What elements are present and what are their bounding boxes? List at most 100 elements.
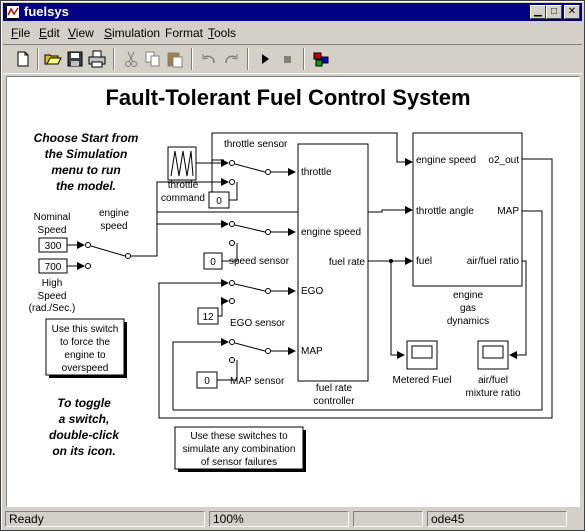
speed-sensor-label: speed sensor: [229, 256, 290, 267]
ego-fault-value: 12: [202, 312, 214, 323]
egd-label: engine: [453, 290, 483, 301]
menu-file[interactable]: File: [11, 26, 30, 40]
toolbar-separator: [191, 48, 193, 70]
redo-icon[interactable]: [221, 49, 241, 69]
close-icon: ✕: [567, 6, 577, 17]
egd-port-o2-out: o2_out: [488, 155, 519, 166]
maximize-icon: □: [550, 6, 558, 17]
nominal-speed-label: Speed: [38, 225, 67, 236]
menu-tools[interactable]: Tools: [208, 26, 236, 40]
throttle-fault-value: 0: [216, 196, 222, 207]
start-instructions: Choose Start from the Simulation menu to…: [34, 131, 139, 193]
fuel-rate-controller-block[interactable]: throttle engine speed EGO MAP fuel rate: [297, 143, 369, 382]
egd-label: gas: [460, 303, 476, 314]
title-bar[interactable]: fuelsys ▁ □ ✕: [3, 3, 582, 21]
new-model-icon[interactable]: [13, 49, 33, 69]
throttle-command-label: throttle: [168, 180, 199, 191]
frc-port-map: MAP: [301, 346, 323, 357]
map-sensor-switch[interactable]: [229, 339, 271, 363]
engine-speed-switch[interactable]: [85, 242, 131, 269]
egd-port-engine-speed: engine speed: [416, 155, 476, 166]
high-speed-label: High: [42, 278, 63, 289]
menu-view[interactable]: View: [68, 26, 94, 40]
nominal-speed-constant[interactable]: 300: [38, 237, 68, 253]
menu-format[interactable]: Format: [165, 26, 203, 40]
menu-simulation[interactable]: Simulation: [104, 26, 160, 40]
frc-port-ego: EGO: [301, 286, 323, 297]
metered-fuel-scope[interactable]: [406, 340, 438, 370]
overspeed-note[interactable]: Use this switch to force the engine to o…: [45, 318, 127, 378]
egd-port-map: MAP: [497, 206, 519, 217]
paste-icon[interactable]: [165, 49, 185, 69]
speed-sensor-switch[interactable]: [229, 221, 271, 246]
throttle-command-block[interactable]: [167, 146, 197, 181]
menu-edit[interactable]: Edit: [39, 26, 60, 40]
start-instructions-line: the model.: [56, 179, 116, 193]
nominal-speed-value: 300: [45, 241, 62, 252]
diagram-title: Fault-Tolerant Fuel Control System: [105, 85, 470, 110]
overspeed-note-line: Use this switch: [52, 324, 119, 335]
overspeed-note-line: to force the: [60, 337, 110, 348]
toolbar: [3, 44, 582, 74]
ego-sensor-switch[interactable]: [229, 280, 271, 304]
status-zoom: 100%: [209, 511, 349, 527]
speed-fault-constant[interactable]: 0: [203, 252, 223, 270]
sensor-note-line: of sensor failures: [201, 457, 277, 468]
toggle-instructions-line: To toggle: [57, 396, 111, 410]
egd-label: dynamics: [447, 316, 489, 327]
undo-icon[interactable]: [199, 49, 219, 69]
start-simulation-icon[interactable]: [255, 49, 275, 69]
throttle-command-label: command: [161, 193, 205, 204]
library-browser-icon[interactable]: [311, 49, 331, 69]
window-title: fuelsys: [24, 4, 69, 19]
high-speed-label: Speed: [38, 291, 67, 302]
copy-icon[interactable]: [143, 49, 163, 69]
sensor-failures-note[interactable]: Use these switches to simulate any combi…: [174, 426, 306, 472]
stop-simulation-icon[interactable]: [277, 49, 297, 69]
afr-scope-label: mixture ratio: [465, 388, 520, 399]
egd-port-throttle-angle: throttle angle: [416, 206, 474, 217]
air-fuel-ratio-scope[interactable]: [477, 340, 509, 370]
save-icon[interactable]: [65, 49, 85, 69]
ego-sensor-label: EGO sensor: [230, 318, 286, 329]
cut-icon[interactable]: [121, 49, 141, 69]
start-instructions-line: Choose Start from: [34, 131, 139, 145]
ego-fault-constant[interactable]: 12: [197, 307, 219, 325]
egd-port-fuel: fuel: [416, 256, 432, 267]
map-fault-value: 0: [204, 376, 210, 387]
map-sensor-label: MAP sensor: [230, 376, 285, 387]
model-canvas[interactable]: Fault-Tolerant Fuel Control System Choos…: [6, 76, 580, 507]
minimize-icon: ▁: [534, 6, 542, 17]
frc-port-engine-speed: engine speed: [301, 227, 361, 238]
high-speed-constant[interactable]: 700: [38, 258, 68, 274]
block-diagram: Fault-Tolerant Fuel Control System Choos…: [29, 85, 553, 472]
close-button[interactable]: ✕: [564, 5, 580, 19]
egd-port-afr: air/fuel ratio: [467, 256, 520, 267]
toggle-instructions-line: a switch,: [59, 412, 110, 426]
status-ready: Ready: [5, 511, 205, 527]
frc-port-fuel-rate: fuel rate: [329, 257, 366, 268]
minimize-button[interactable]: ▁: [530, 5, 546, 19]
frc-port-throttle: throttle: [301, 167, 332, 178]
status-bar: Ready 100% ode45: [3, 510, 582, 528]
engine-speed-label: engine: [99, 208, 129, 219]
start-instructions-line: the Simulation: [45, 147, 128, 161]
map-fault-constant[interactable]: 0: [196, 371, 218, 389]
menu-bar: File Edit View Simulation Format Tools: [3, 23, 582, 42]
sensor-note-line: Use these switches to: [190, 431, 288, 442]
toggle-instructions-line: double-click: [49, 428, 120, 442]
open-icon[interactable]: [43, 49, 63, 69]
print-icon[interactable]: [87, 49, 107, 69]
throttle-fault-constant[interactable]: 0: [208, 191, 230, 209]
maximize-button[interactable]: □: [546, 5, 562, 19]
engine-gas-dynamics-block[interactable]: engine speed throttle angle fuel o2_out …: [412, 132, 523, 287]
throttle-sensor-switch[interactable]: [229, 160, 271, 185]
high-speed-value: 700: [45, 262, 62, 273]
metered-fuel-label: Metered Fuel: [393, 375, 452, 386]
start-instructions-line: menu to run: [51, 163, 120, 177]
speed-fault-value: 0: [210, 257, 216, 268]
overspeed-note-line: engine to: [64, 350, 106, 361]
engine-speed-label: speed: [100, 221, 127, 232]
frc-label: fuel rate: [316, 383, 353, 394]
status-empty: [353, 511, 423, 527]
